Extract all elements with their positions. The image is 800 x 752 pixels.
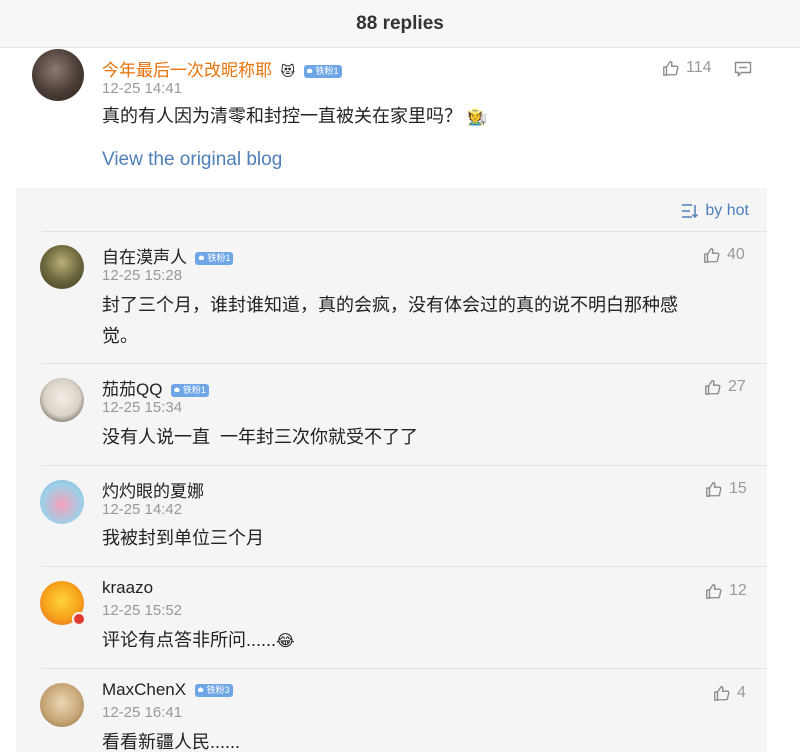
divider <box>42 363 767 364</box>
replies-header: 88 replies <box>0 0 800 48</box>
reply-like-count: 27 <box>728 378 746 395</box>
reply-username[interactable]: kraazo <box>102 578 153 597</box>
reply-text: 评论有点答非所问...... <box>102 630 277 650</box>
reply-time: 12-25 15:28 <box>102 267 183 284</box>
avatar-badge <box>72 612 86 626</box>
fan-badge: 铁粉3 <box>194 684 233 698</box>
fan-badge: 铁粉1 <box>303 65 342 79</box>
reply-like-button[interactable]: 40 <box>703 246 745 264</box>
reply-text-row: 评论有点答非所问......😂 <box>102 625 295 657</box>
divider <box>42 566 767 567</box>
reply-time: 12-25 15:52 <box>102 602 183 619</box>
reply-text-line: 觉。 <box>102 326 138 346</box>
replies-panel: by hot 自在漠声人 铁粉1 12-25 15:28 40 封了三个月，谁封… <box>16 188 767 752</box>
thumb-up-icon <box>706 584 722 599</box>
reply-time: 12-25 14:42 <box>102 501 183 518</box>
thumb-up-icon <box>663 61 679 76</box>
fan-badge: 铁粉1 <box>195 252 234 266</box>
reply-username-row: 自在漠声人 铁粉1 <box>102 243 234 268</box>
reply-username[interactable]: 茄茄QQ <box>102 380 162 399</box>
reply-text: 没有人说一直 一年封三次你就受不了了 <box>102 427 419 447</box>
reply-like-count: 12 <box>729 582 747 599</box>
reply-text: 我被封到单位三个月 <box>102 528 264 548</box>
reply-like-button[interactable]: 12 <box>705 582 747 600</box>
main-comment-time: 12-25 14:41 <box>102 80 183 97</box>
reply-like-button[interactable]: 15 <box>705 480 747 498</box>
main-like-button[interactable]: 114 <box>662 59 712 77</box>
heart-face-icon: 😻 <box>280 63 296 80</box>
reply-avatar[interactable] <box>40 480 84 524</box>
farmer-emoji-icon: 🧑‍🌾 <box>467 109 487 126</box>
reply-text-line: 封了三个月，谁封谁知道，真的会疯，没有体会过的真的说不明白那种感 <box>102 295 678 315</box>
reply-like-button[interactable]: 4 <box>713 684 746 702</box>
reply-username[interactable]: 灼灼眼的夏娜 <box>102 482 204 501</box>
reply-username-row: 茄茄QQ 铁粉1 <box>102 375 209 400</box>
reply-username[interactable]: 自在漠声人 <box>102 248 187 267</box>
thumb-up-icon <box>714 686 730 701</box>
reply-avatar[interactable] <box>40 245 84 289</box>
reply-username-row: MaxChenX 铁粉3 <box>102 680 233 700</box>
fan-badge: 铁粉1 <box>170 384 209 398</box>
reply-like-count: 40 <box>727 246 745 263</box>
view-original-blog-link[interactable]: View the original blog <box>102 149 282 171</box>
reply-username-row: kraazo <box>102 578 153 598</box>
thumb-up-icon <box>705 380 721 395</box>
main-comment-text-row: 真的有人因为清零和封控一直被关在家里吗？ 🧑‍🌾 <box>102 101 487 133</box>
main-comment-text: 真的有人因为清零和封控一直被关在家里吗？ <box>102 106 462 126</box>
reply-like-button[interactable]: 27 <box>704 378 746 396</box>
comment-icon[interactable] <box>734 61 752 77</box>
main-comment-username-row: 今年最后一次改昵称耶 😻 铁粉1 <box>102 56 342 81</box>
main-comment-avatar[interactable] <box>32 49 84 101</box>
reply-like-count: 15 <box>729 480 747 497</box>
thumb-up-icon <box>706 482 722 497</box>
thumb-up-icon <box>704 248 720 263</box>
reply-time: 12-25 16:41 <box>102 704 183 721</box>
reply-time: 12-25 15:34 <box>102 399 183 416</box>
reply-username-row: 灼灼眼的夏娜 <box>102 477 204 502</box>
reply-avatar[interactable] <box>40 378 84 422</box>
divider <box>42 231 767 232</box>
main-comment-username[interactable]: 今年最后一次改昵称耶 <box>102 61 272 80</box>
reply-text: 看看新疆人民...... <box>102 732 241 752</box>
sort-by-hot-button[interactable]: by hot <box>681 202 749 220</box>
divider <box>42 465 767 466</box>
divider <box>42 668 767 669</box>
sort-label: by hot <box>705 202 749 219</box>
reply-username[interactable]: MaxChenX <box>102 680 186 699</box>
reply-text: 封了三个月，谁封谁知道，真的会疯，没有体会过的真的说不明白那种感 觉。 <box>102 290 752 352</box>
sort-icon <box>682 204 699 219</box>
header-title: 88 replies <box>356 12 444 34</box>
reply-like-count: 4 <box>737 684 746 701</box>
reply-avatar[interactable] <box>40 683 84 727</box>
main-like-count: 114 <box>686 59 712 76</box>
laughing-crying-emoji-icon: 😂 <box>276 633 295 650</box>
